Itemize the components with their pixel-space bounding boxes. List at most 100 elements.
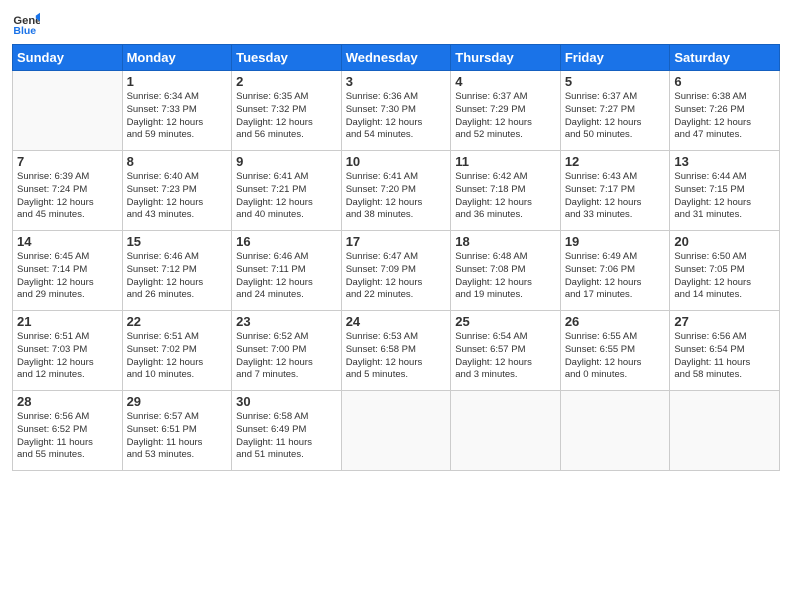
day-number: 11 (455, 154, 556, 169)
day-info: Sunrise: 6:51 AMSunset: 7:02 PMDaylight:… (127, 331, 228, 382)
day-number: 25 (455, 314, 556, 329)
day-info: Sunrise: 6:48 AMSunset: 7:08 PMDaylight:… (455, 251, 556, 302)
calendar-cell: 26 Sunrise: 6:55 AMSunset: 6:55 PMDayligh… (560, 311, 670, 391)
day-info: Sunrise: 6:50 AMSunset: 7:05 PMDaylight:… (674, 251, 775, 302)
day-info: Sunrise: 6:41 AMSunset: 7:20 PMDaylight:… (346, 171, 447, 222)
calendar-cell: 13 Sunrise: 6:44 AMSunset: 7:15 PMDayligh… (670, 151, 780, 231)
day-number: 5 (565, 74, 666, 89)
day-number: 14 (17, 234, 118, 249)
calendar-cell: 27Sunrise: 6:56 AMSunset: 6:54 PMDayligh… (670, 311, 780, 391)
day-info: Sunrise: 6:47 AMSunset: 7:09 PMDaylight:… (346, 251, 447, 302)
day-number: 13 (674, 154, 775, 169)
day-number: 17 (346, 234, 447, 249)
calendar-week-3: 14 Sunrise: 6:45 AMSunset: 7:14 PMDayligh… (13, 231, 780, 311)
day-info: Sunrise: 6:41 AMSunset: 7:21 PMDaylight:… (236, 171, 337, 222)
calendar-cell: 30Sunrise: 6:58 AMSunset: 6:49 PMDayligh… (232, 391, 342, 471)
day-info: Sunrise: 6:45 AMSunset: 7:14 PMDaylight:… (17, 251, 118, 302)
day-info: Sunrise: 6:42 AMSunset: 7:18 PMDaylight:… (455, 171, 556, 222)
calendar-cell: 17 Sunrise: 6:47 AMSunset: 7:09 PMDayligh… (341, 231, 451, 311)
day-number: 19 (565, 234, 666, 249)
calendar-cell: 15 Sunrise: 6:46 AMSunset: 7:12 PMDayligh… (122, 231, 232, 311)
day-number: 9 (236, 154, 337, 169)
calendar-cell: 7 Sunrise: 6:39 AMSunset: 7:24 PMDaylight… (13, 151, 123, 231)
calendar-cell: 19 Sunrise: 6:49 AMSunset: 7:06 PMDayligh… (560, 231, 670, 311)
day-number: 29 (127, 394, 228, 409)
calendar-table: SundayMondayTuesdayWednesdayThursdayFrid… (12, 44, 780, 471)
day-info: Sunrise: 6:53 AMSunset: 6:58 PMDaylight:… (346, 331, 447, 382)
calendar-cell (341, 391, 451, 471)
calendar-cell: 5 Sunrise: 6:37 AMSunset: 7:27 PMDaylight… (560, 71, 670, 151)
day-number: 2 (236, 74, 337, 89)
day-info: Sunrise: 6:43 AMSunset: 7:17 PMDaylight:… (565, 171, 666, 222)
day-info: Sunrise: 6:38 AMSunset: 7:26 PMDaylight:… (674, 91, 775, 142)
day-info: Sunrise: 6:55 AMSunset: 6:55 PMDaylight:… (565, 331, 666, 382)
day-number: 3 (346, 74, 447, 89)
calendar-cell: 20 Sunrise: 6:50 AMSunset: 7:05 PMDayligh… (670, 231, 780, 311)
day-info: Sunrise: 6:37 AMSunset: 7:29 PMDaylight:… (455, 91, 556, 142)
day-number: 8 (127, 154, 228, 169)
day-info: Sunrise: 6:44 AMSunset: 7:15 PMDaylight:… (674, 171, 775, 222)
day-number: 4 (455, 74, 556, 89)
day-info: Sunrise: 6:49 AMSunset: 7:06 PMDaylight:… (565, 251, 666, 302)
day-number: 28 (17, 394, 118, 409)
day-info: Sunrise: 6:51 AMSunset: 7:03 PMDaylight:… (17, 331, 118, 382)
weekday-header-monday: Monday (122, 45, 232, 71)
calendar-cell: 29 Sunrise: 6:57 AMSunset: 6:51 PMDayligh… (122, 391, 232, 471)
day-number: 15 (127, 234, 228, 249)
day-info: Sunrise: 6:46 AMSunset: 7:12 PMDaylight:… (127, 251, 228, 302)
calendar-cell: 22Sunrise: 6:51 AMSunset: 7:02 PMDayligh… (122, 311, 232, 391)
calendar-week-4: 21Sunrise: 6:51 AMSunset: 7:03 PMDayligh… (13, 311, 780, 391)
day-number: 26 (565, 314, 666, 329)
calendar-cell (451, 391, 561, 471)
day-info: Sunrise: 6:35 AMSunset: 7:32 PMDaylight:… (236, 91, 337, 142)
weekday-header-tuesday: Tuesday (232, 45, 342, 71)
calendar-cell (560, 391, 670, 471)
day-number: 10 (346, 154, 447, 169)
calendar-cell: 24 Sunrise: 6:53 AMSunset: 6:58 PMDayligh… (341, 311, 451, 391)
calendar-cell: 2 Sunrise: 6:35 AMSunset: 7:32 PMDaylight… (232, 71, 342, 151)
day-info: Sunrise: 6:37 AMSunset: 7:27 PMDaylight:… (565, 91, 666, 142)
day-number: 12 (565, 154, 666, 169)
calendar-cell (670, 391, 780, 471)
calendar-cell: 4 Sunrise: 6:37 AMSunset: 7:29 PMDaylight… (451, 71, 561, 151)
calendar-cell: 3 Sunrise: 6:36 AMSunset: 7:30 PMDaylight… (341, 71, 451, 151)
calendar-header: SundayMondayTuesdayWednesdayThursdayFrid… (13, 45, 780, 71)
day-info: Sunrise: 6:34 AMSunset: 7:33 PMDaylight:… (127, 91, 228, 142)
day-info: Sunrise: 6:57 AMSunset: 6:51 PMDaylight:… (127, 411, 228, 462)
calendar-cell: 16 Sunrise: 6:46 AMSunset: 7:11 PMDayligh… (232, 231, 342, 311)
calendar-cell: 18 Sunrise: 6:48 AMSunset: 7:08 PMDayligh… (451, 231, 561, 311)
calendar-cell: 11 Sunrise: 6:42 AMSunset: 7:18 PMDayligh… (451, 151, 561, 231)
day-info: Sunrise: 6:39 AMSunset: 7:24 PMDaylight:… (17, 171, 118, 222)
calendar-cell: 6Sunrise: 6:38 AMSunset: 7:26 PMDaylight… (670, 71, 780, 151)
day-number: 20 (674, 234, 775, 249)
calendar-cell: 1 Sunrise: 6:34 AMSunset: 7:33 PMDaylight… (122, 71, 232, 151)
calendar-cell (13, 71, 123, 151)
logo: General Blue (12, 10, 44, 38)
calendar-cell: 8 Sunrise: 6:40 AMSunset: 7:23 PMDaylight… (122, 151, 232, 231)
day-number: 1 (127, 74, 228, 89)
page-header: General Blue (12, 10, 780, 38)
calendar-cell: 21Sunrise: 6:51 AMSunset: 7:03 PMDayligh… (13, 311, 123, 391)
weekday-header-friday: Friday (560, 45, 670, 71)
day-info: Sunrise: 6:40 AMSunset: 7:23 PMDaylight:… (127, 171, 228, 222)
day-info: Sunrise: 6:36 AMSunset: 7:30 PMDaylight:… (346, 91, 447, 142)
calendar-week-1: 1 Sunrise: 6:34 AMSunset: 7:33 PMDaylight… (13, 71, 780, 151)
day-number: 7 (17, 154, 118, 169)
weekday-header-wednesday: Wednesday (341, 45, 451, 71)
day-info: Sunrise: 6:52 AMSunset: 7:00 PMDaylight:… (236, 331, 337, 382)
calendar-cell: 9 Sunrise: 6:41 AMSunset: 7:21 PMDaylight… (232, 151, 342, 231)
day-number: 24 (346, 314, 447, 329)
day-number: 23 (236, 314, 337, 329)
day-info: Sunrise: 6:46 AMSunset: 7:11 PMDaylight:… (236, 251, 337, 302)
weekday-header-sunday: Sunday (13, 45, 123, 71)
day-number: 16 (236, 234, 337, 249)
calendar-cell: 28Sunrise: 6:56 AMSunset: 6:52 PMDayligh… (13, 391, 123, 471)
svg-text:Blue: Blue (13, 25, 36, 37)
calendar-cell: 14 Sunrise: 6:45 AMSunset: 7:14 PMDayligh… (13, 231, 123, 311)
weekday-header-saturday: Saturday (670, 45, 780, 71)
calendar-cell: 12 Sunrise: 6:43 AMSunset: 7:17 PMDayligh… (560, 151, 670, 231)
day-number: 18 (455, 234, 556, 249)
day-info: Sunrise: 6:54 AMSunset: 6:57 PMDaylight:… (455, 331, 556, 382)
weekday-header-thursday: Thursday (451, 45, 561, 71)
day-number: 27 (674, 314, 775, 329)
